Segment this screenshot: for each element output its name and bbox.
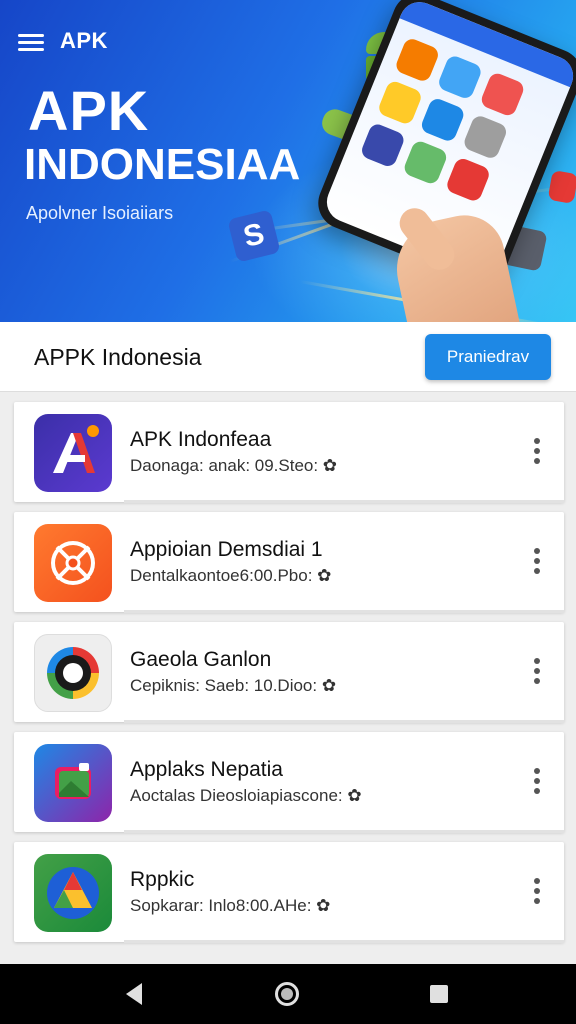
more-options-icon[interactable] <box>532 658 542 686</box>
list-item[interactable]: Gaeola Ganlon Cepiknis: Saeb: 10.Dioo: ✿ <box>14 622 564 723</box>
list-item[interactable]: Rppkic Sopkarar: Inlo8:00.AHe: ✿ <box>14 842 564 943</box>
list-item[interactable]: APK Indonfeaa Daonaga: anak: 09.Steo: ✿ <box>14 402 564 503</box>
more-options-icon[interactable] <box>532 548 542 576</box>
system-nav-bar <box>0 964 576 1024</box>
divider <box>124 610 564 613</box>
recents-icon[interactable] <box>430 985 448 1003</box>
list-item[interactable]: Applaks Nepatia Aoctalas Dieosloiapiasco… <box>14 732 564 833</box>
app-name: Applaks Nepatia <box>130 758 283 781</box>
app-meta: Daonaga: anak: 09.Steo: ✿ <box>130 456 338 475</box>
more-options-icon[interactable] <box>532 878 542 906</box>
back-icon[interactable] <box>126 983 142 1005</box>
hero-title-line1: APK <box>28 79 150 142</box>
triangle-logo-icon <box>34 854 112 932</box>
more-options-icon[interactable] <box>532 768 542 796</box>
app-name: Appioian Demsdiai 1 <box>130 538 323 561</box>
hero-subtitle: Apolvner Isoiaiiars <box>26 203 174 223</box>
hamburger-menu-icon[interactable] <box>18 30 46 52</box>
divider <box>124 940 564 943</box>
hero-banner: APK APK INDONESIAA Apolvner Isoiaiiars S <box>0 0 576 322</box>
home-icon[interactable] <box>275 982 299 1006</box>
divider <box>124 500 564 503</box>
more-options-icon[interactable] <box>532 438 542 466</box>
divider <box>124 830 564 833</box>
app-meta: Aoctalas Dieosloiapiascone: ✿ <box>130 786 362 805</box>
primary-action-button[interactable]: Praniedrav <box>425 334 551 380</box>
app-name: Gaeola Ganlon <box>130 648 272 671</box>
lens-crosshair-icon <box>34 524 112 602</box>
app-meta: Sopkarar: Inlo8:00.AHe: ✿ <box>130 896 331 915</box>
app-meta: Cepiknis: Saeb: 10.Dioo: ✿ <box>130 676 337 695</box>
brand-logo-text: APK <box>60 28 108 53</box>
red-cube-icon <box>547 169 576 205</box>
section-header: APPK Indonesia Praniedrav <box>0 322 576 392</box>
list-item[interactable]: Appioian Demsdiai 1 Dentalkaontoe6:00.Pb… <box>14 512 564 613</box>
app-bar: APK <box>18 28 108 54</box>
app-name: Rppkic <box>130 868 195 891</box>
app-meta: Dentalkaontoe6:00.Pbo: ✿ <box>130 566 332 585</box>
section-title: APPK Indonesia <box>34 344 202 370</box>
app-name: APK Indonfeaa <box>130 428 272 451</box>
app-list: APK Indonfeaa Daonaga: anak: 09.Steo: ✿ … <box>14 402 564 952</box>
gallery-icon <box>34 744 112 822</box>
target-ring-icon <box>34 634 112 712</box>
hero-title-line2: INDONESIAA <box>24 140 301 189</box>
letter-a-icon <box>34 414 112 492</box>
divider <box>124 720 564 723</box>
